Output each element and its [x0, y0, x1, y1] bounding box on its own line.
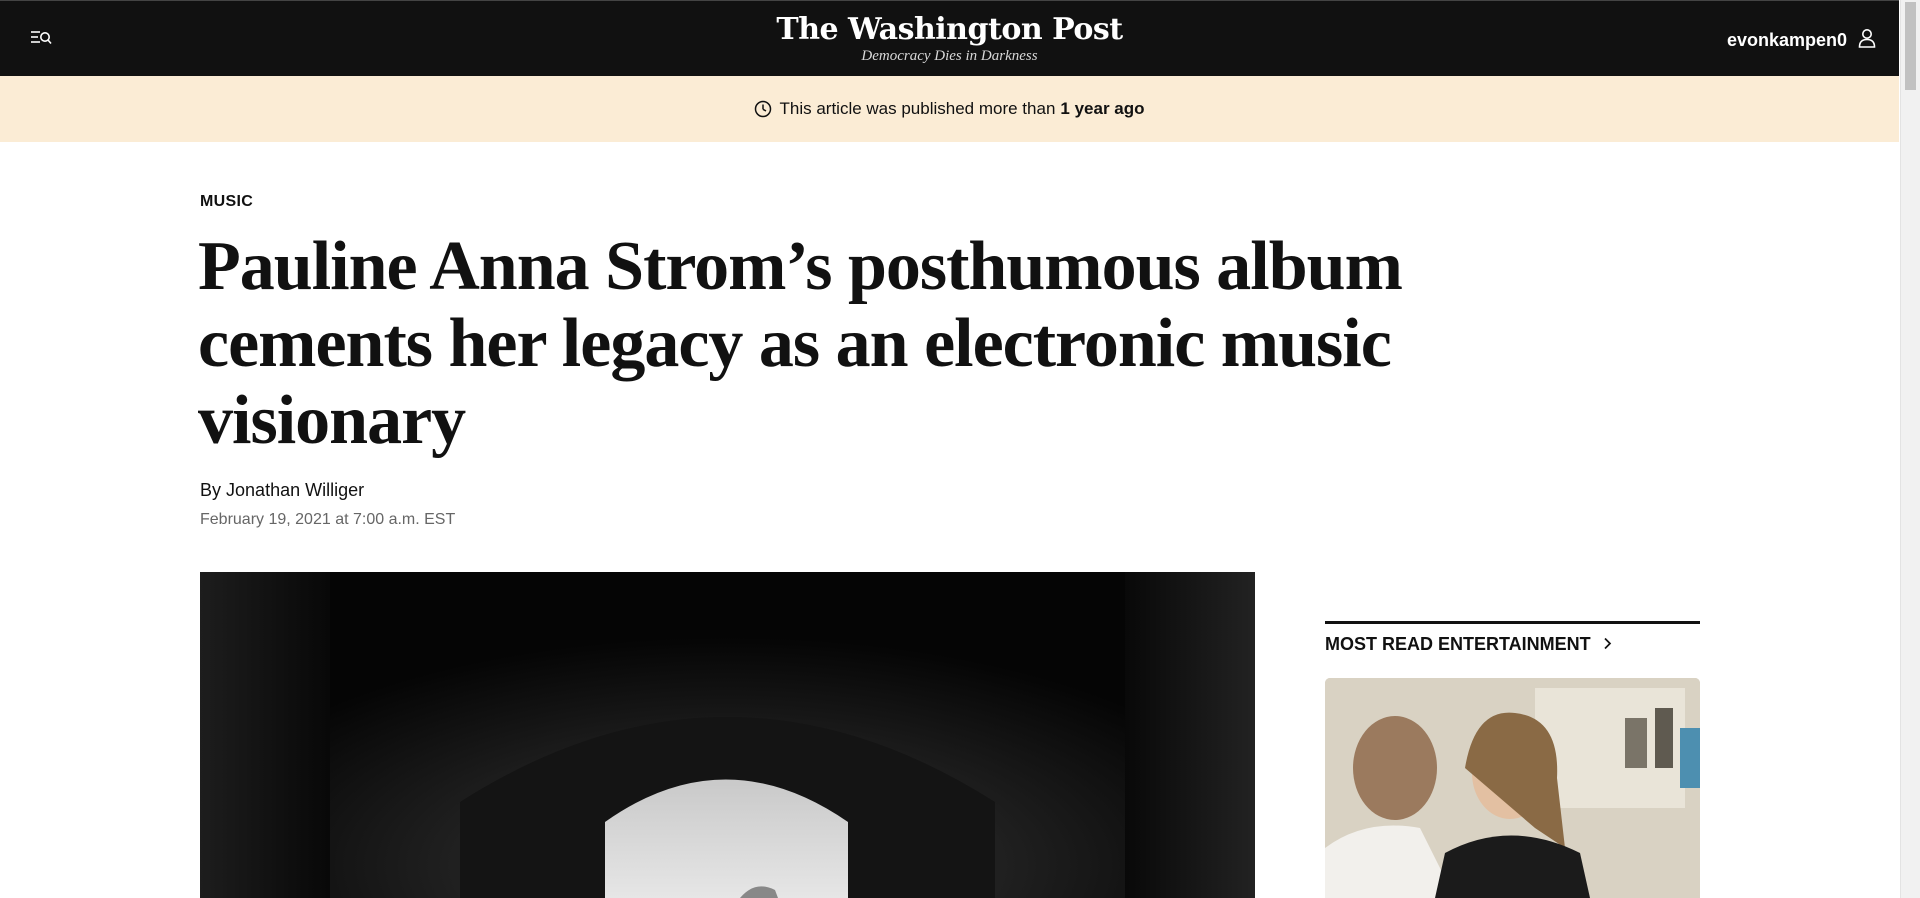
masthead-tagline: Democracy Dies in Darkness: [861, 48, 1038, 64]
archive-notice-banner: This article was published more than 1 y…: [0, 76, 1899, 142]
page-scrollbar[interactable]: [1900, 0, 1920, 898]
author-link[interactable]: Jonathan Williger: [226, 480, 364, 500]
most-read-divider: [1325, 621, 1700, 624]
user-icon[interactable]: [1857, 28, 1877, 53]
most-read-heading-link[interactable]: MOST READ ENTERTAINMENT: [1325, 634, 1612, 655]
section-label[interactable]: MUSIC: [200, 193, 253, 211]
masthead: The Washington Post Democracy Dies in Da…: [0, 13, 1899, 65]
article-hero-image: [200, 572, 1255, 898]
byline: By Jonathan Williger: [200, 480, 364, 501]
archive-notice-age: 1 year ago: [1060, 99, 1145, 118]
clock-icon: [754, 100, 772, 118]
account-username[interactable]: evonkampen0: [1727, 30, 1847, 51]
top-nav-bar: The Washington Post Democracy Dies in Da…: [0, 0, 1899, 76]
archive-notice-text: This article was published more than: [779, 99, 1056, 118]
washington-post-logo[interactable]: The Washington Post: [0, 13, 1899, 47]
most-read-heading[interactable]: MOST READ ENTERTAINMENT: [1325, 634, 1591, 655]
scrollbar-thumb[interactable]: [1905, 2, 1916, 90]
article-headline: Pauline Anna Strom’s posthumous album ce…: [198, 228, 1403, 459]
publish-date: February 19, 2021 at 7:00 a.m. EST: [200, 511, 456, 528]
most-read-thumbnail-image[interactable]: [1325, 678, 1700, 898]
account-menu[interactable]: evonkampen0: [1727, 28, 1877, 53]
chevron-right-icon[interactable]: [1603, 634, 1612, 655]
byline-prefix: By: [200, 480, 222, 500]
